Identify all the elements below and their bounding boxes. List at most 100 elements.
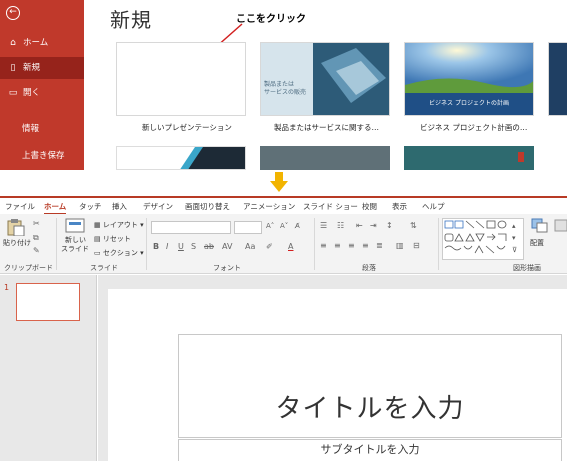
- new-slide-button[interactable]: 新しい スライド: [60, 218, 90, 258]
- tab-animations[interactable]: アニメーション: [243, 201, 295, 212]
- template-partial[interactable]: [548, 42, 567, 116]
- highlight-icon[interactable]: ✐: [266, 242, 273, 251]
- new-file-icon: ▯: [10, 63, 16, 73]
- cut-icon[interactable]: ✂: [33, 219, 40, 228]
- tab-insert[interactable]: 挿入: [112, 201, 127, 212]
- group-separator: [438, 218, 439, 270]
- text-direction-icon[interactable]: ⇅: [410, 221, 417, 230]
- template-row2-2[interactable]: [260, 146, 390, 170]
- template-business-project[interactable]: ビジネス プロジェクトの計画: [404, 42, 534, 116]
- new-slide-label: スライド: [61, 245, 89, 253]
- template-row2-1[interactable]: [116, 146, 246, 170]
- template-thumbnail-image: [261, 43, 389, 115]
- slide-number: 1: [4, 283, 10, 292]
- group-label-font: フォント: [213, 264, 241, 272]
- sidebar-item-save[interactable]: 上書き保存: [0, 145, 84, 167]
- subtitle-placeholder[interactable]: サブタイトルを入力: [178, 439, 562, 461]
- tab-design[interactable]: デザイン: [143, 201, 173, 212]
- tab-slideshow[interactable]: スライド ショー: [303, 201, 358, 212]
- tab-home[interactable]: ホーム: [44, 201, 67, 215]
- justify-icon[interactable]: ≡: [362, 241, 369, 250]
- align-text-icon[interactable]: ⊟: [413, 241, 420, 250]
- quick-styles-icon: [554, 219, 567, 232]
- char-spacing-button[interactable]: AV: [222, 242, 232, 251]
- line-spacing-icon[interactable]: ↕: [386, 221, 393, 230]
- tab-transitions[interactable]: 画面切り替え: [185, 201, 230, 212]
- reset-button[interactable]: ▤ リセット: [94, 234, 131, 244]
- slide-canvas: タイトルを入力 サブタイトルを入力: [98, 275, 567, 461]
- align-center-icon[interactable]: ≡: [334, 241, 341, 250]
- svg-text:▴: ▴: [512, 222, 516, 230]
- subtitle-placeholder-text: サブタイトルを入力: [320, 443, 420, 456]
- tab-help[interactable]: ヘルプ: [422, 201, 445, 212]
- align-right-icon[interactable]: ≡: [348, 241, 355, 250]
- group-label-drawing: 図形描画: [513, 264, 541, 272]
- group-label-clipboard: クリップボード: [4, 264, 53, 272]
- distributed-icon[interactable]: ≣: [376, 241, 383, 250]
- sidebar-item-label: 情報: [22, 124, 40, 134]
- page: ← ⌂ ホーム ▯ 新規 ▭ 開く 情報 上書き保存 新規 ここをクリック 新し…: [0, 0, 567, 461]
- tab-review[interactable]: 校閲: [362, 201, 377, 212]
- sidebar-item-new[interactable]: ▯ 新規: [0, 57, 84, 79]
- font-shrink-icon[interactable]: A˅: [280, 222, 288, 230]
- tab-view[interactable]: 表示: [392, 201, 407, 212]
- align-left-icon[interactable]: ≡: [320, 241, 327, 250]
- bold-button[interactable]: B: [153, 242, 159, 251]
- sidebar-item-label: 開く: [23, 88, 41, 98]
- svg-text:⊽: ⊽: [512, 246, 517, 254]
- copy-icon[interactable]: ⧉: [33, 233, 39, 243]
- tab-file[interactable]: ファイル: [5, 201, 35, 212]
- template-product-service[interactable]: 製品または サービスの販売: [260, 42, 390, 116]
- slide[interactable]: タイトルを入力 サブタイトルを入力: [108, 289, 567, 461]
- italic-button[interactable]: I: [166, 242, 168, 251]
- arrange-icon: [531, 218, 548, 233]
- format-painter-icon[interactable]: ✎: [33, 246, 40, 255]
- sidebar-item-info[interactable]: 情報: [0, 118, 84, 140]
- paste-button[interactable]: 貼り付け: [3, 218, 31, 258]
- section-button[interactable]: ▭ セクション ▾: [94, 248, 144, 258]
- arrange-button[interactable]: 配置: [528, 218, 552, 258]
- font-color-button[interactable]: A: [288, 242, 293, 251]
- template-blank-presentation[interactable]: [116, 42, 246, 116]
- template-thumbnail-text: 製品または サービスの販売: [264, 81, 307, 96]
- title-placeholder-text: タイトルを入力: [275, 394, 465, 424]
- increase-indent-icon[interactable]: ⇥: [370, 221, 377, 230]
- change-case-button[interactable]: Aa: [245, 242, 255, 251]
- clear-format-icon[interactable]: A̸: [295, 222, 300, 230]
- underline-button[interactable]: U: [178, 242, 184, 251]
- back-arrow-icon[interactable]: ←: [6, 6, 20, 20]
- numbering-icon[interactable]: ☷: [337, 221, 344, 230]
- home-icon: ⌂: [10, 38, 16, 48]
- font-grow-icon[interactable]: A˄: [266, 222, 274, 230]
- group-separator: [314, 218, 315, 270]
- group-separator: [56, 218, 57, 270]
- shadow-button[interactable]: S: [191, 242, 196, 251]
- template-label: 製品またはサービスに関する…: [274, 123, 379, 132]
- template-thumbnail-text: ビジネス プロジェクトの計画: [429, 100, 509, 107]
- paste-label: 貼り付け: [3, 239, 31, 247]
- strikethrough-button[interactable]: ab: [204, 242, 214, 251]
- layout-button[interactable]: ▦ レイアウト ▾: [94, 220, 144, 230]
- title-placeholder[interactable]: タイトルを入力: [178, 334, 562, 438]
- bullets-icon[interactable]: ☰: [320, 221, 327, 230]
- sidebar-item-home[interactable]: ⌂ ホーム: [0, 32, 84, 54]
- slide-thumbnail[interactable]: [16, 283, 80, 321]
- arrange-label: 配置: [530, 239, 544, 247]
- quick-styles-button[interactable]: [553, 218, 567, 258]
- svg-text:▾: ▾: [512, 234, 516, 242]
- columns-icon[interactable]: ▥: [396, 241, 404, 250]
- ribbon-tabs: ファイル ホーム タッチ 挿入 デザイン 画面切り替え アニメーション スライド…: [0, 198, 567, 215]
- sidebar-item-open[interactable]: ▭ 開く: [0, 82, 84, 104]
- decrease-indent-icon[interactable]: ⇤: [356, 221, 363, 230]
- page-title: 新規: [110, 8, 152, 32]
- group-separator: [146, 218, 147, 270]
- template-row2-3[interactable]: [404, 146, 534, 170]
- font-name-input[interactable]: [151, 221, 231, 234]
- template-label: ビジネス プロジェクト計画の…: [420, 123, 528, 132]
- font-size-input[interactable]: [234, 221, 262, 234]
- tab-touch[interactable]: タッチ: [79, 201, 102, 212]
- template-thumbnail-image: [180, 147, 245, 169]
- shape-gallery[interactable]: ▴ ▾ ⊽: [442, 218, 524, 260]
- down-arrow-icon: [270, 172, 288, 192]
- sidebar-item-label: 上書き保存: [22, 151, 65, 161]
